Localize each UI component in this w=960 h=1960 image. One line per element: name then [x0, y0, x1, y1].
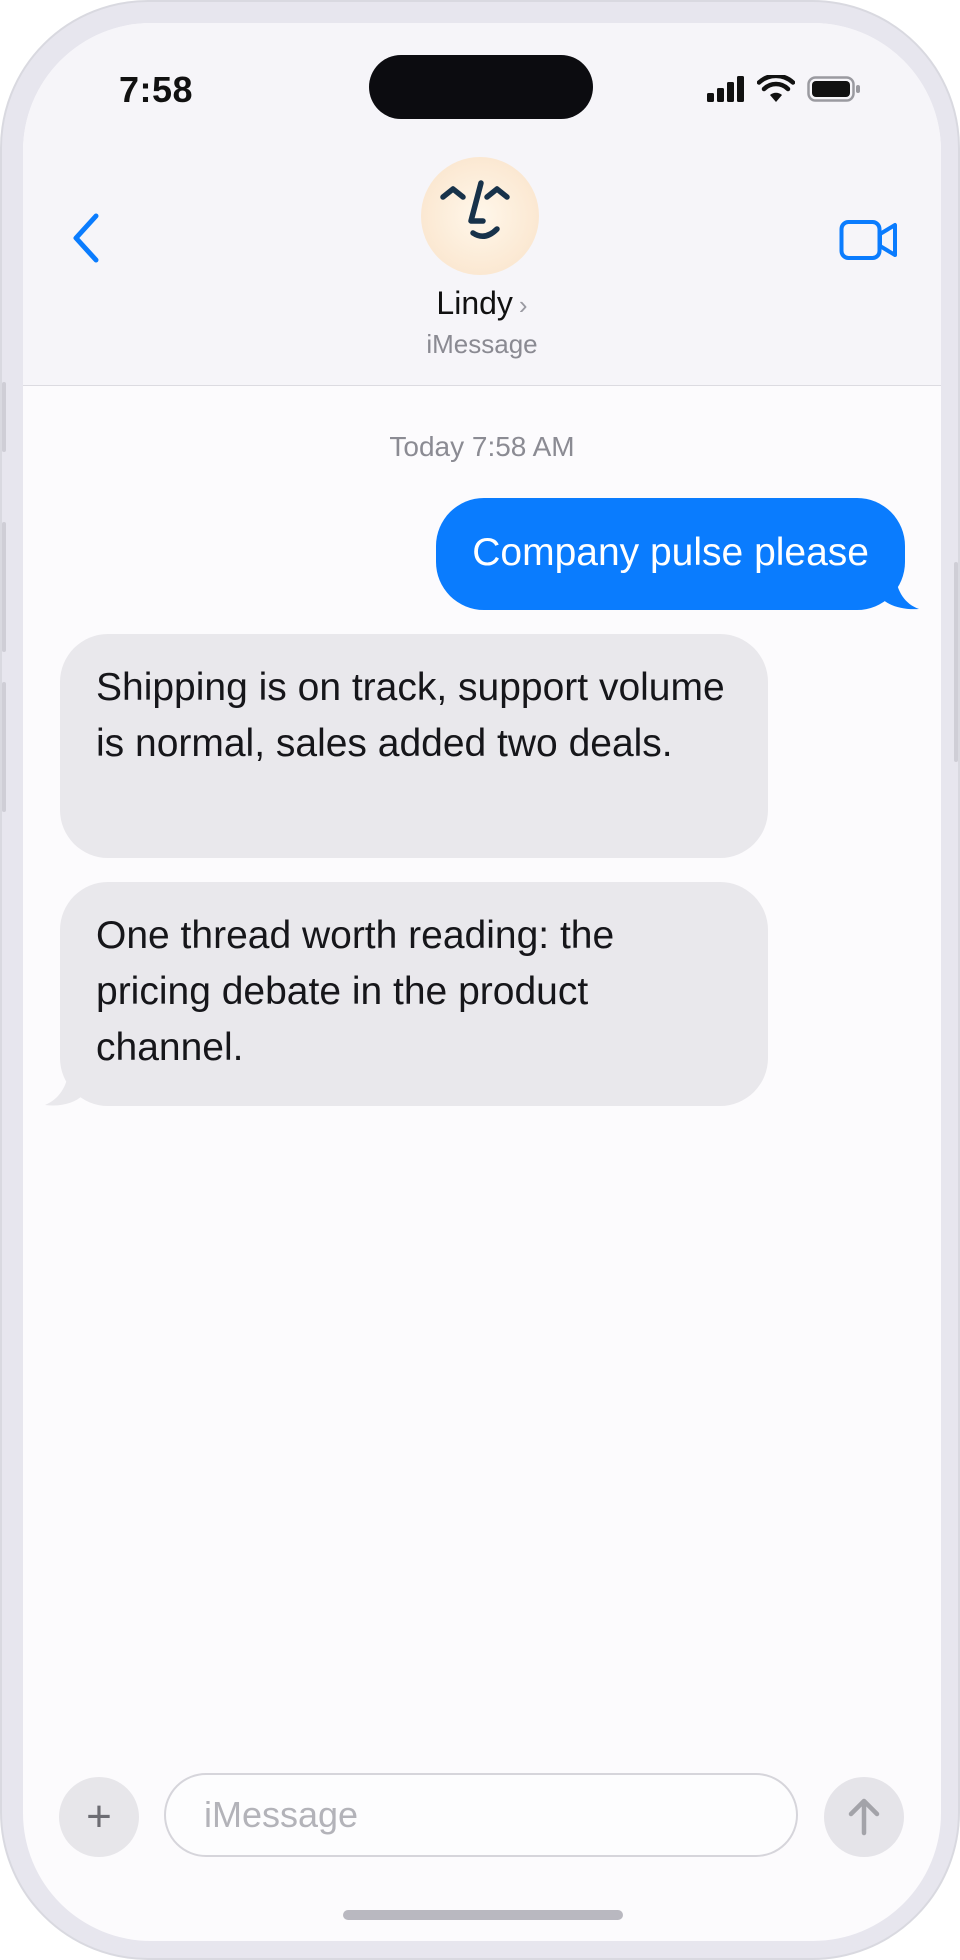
side-button	[2, 382, 6, 452]
contact-name-label: Lindy	[436, 285, 513, 321]
send-button[interactable]	[824, 1777, 904, 1857]
side-button	[2, 522, 6, 652]
status-time: 7:58	[119, 69, 194, 110]
composer-bar: + iMessage	[23, 1773, 941, 1863]
message-input[interactable]: iMessage	[164, 1773, 798, 1857]
video-camera-icon	[839, 220, 897, 260]
screen: 7:58 Lindy › iMessage Today 7:58 AM Comp…	[23, 23, 941, 1941]
contact-avatar[interactable]	[421, 157, 539, 275]
message-text: One thread worth reading: the pricing de…	[96, 914, 615, 1069]
dynamic-island	[369, 55, 593, 119]
message-bubble-incoming[interactable]: One thread worth reading: the pricing de…	[60, 882, 768, 1106]
video-call-button[interactable]	[839, 219, 899, 261]
cellular-signal-icon	[707, 76, 744, 102]
status-icons	[707, 75, 861, 103]
message-text: Shipping is on track, support volume is …	[96, 666, 725, 765]
contact-name[interactable]: Lindy ›	[23, 285, 941, 322]
message-bubble-incoming[interactable]: Shipping is on track, support volume is …	[60, 634, 768, 858]
arrow-up-icon	[848, 1798, 880, 1836]
side-button	[2, 682, 6, 812]
side-button	[954, 562, 958, 762]
battery-icon	[807, 76, 860, 102]
conversation-timestamp: Today 7:58 AM	[389, 431, 575, 462]
message-bubble-outgoing[interactable]: Company pulse please	[436, 498, 905, 610]
service-label: iMessage	[426, 329, 538, 359]
chevron-right-icon: ›	[518, 290, 528, 320]
message-input-placeholder: iMessage	[204, 1794, 359, 1835]
chevron-left-icon	[73, 213, 99, 263]
back-button[interactable]	[63, 209, 107, 267]
message-text: Company pulse please	[472, 531, 869, 574]
home-indicator	[343, 1910, 623, 1920]
face-icon	[440, 180, 510, 239]
plus-button[interactable]: +	[59, 1777, 139, 1857]
conversation-header: 7:58 Lindy › iMessage	[23, 23, 941, 386]
device-frame: 7:58 Lindy › iMessage Today 7:58 AM Comp…	[0, 0, 960, 1960]
wifi-icon	[757, 75, 795, 102]
